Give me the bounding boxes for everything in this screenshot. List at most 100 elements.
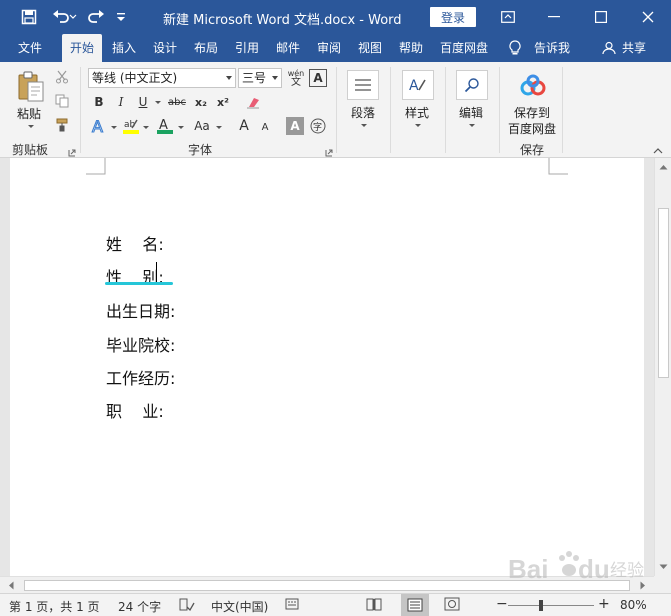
shrink-font-button[interactable]: A <box>257 118 273 136</box>
tell-me-search[interactable]: 告诉我 <box>528 34 576 62</box>
styles-icon[interactable]: A <box>402 70 434 100</box>
copy-icon[interactable] <box>54 92 70 110</box>
change-case-button[interactable]: Aa <box>189 116 215 136</box>
scroll-left-icon[interactable] <box>8 581 14 590</box>
styles-button[interactable]: 样式 <box>405 104 429 121</box>
tab-layout[interactable]: 布局 <box>188 34 224 62</box>
word-count-status[interactable]: 24 个字 <box>118 598 161 615</box>
highlight-color-icon[interactable]: ab <box>121 116 141 136</box>
zoom-slider-thumb[interactable] <box>539 600 544 611</box>
zoom-level[interactable]: 80% <box>620 598 647 612</box>
zoom-out-icon[interactable]: − <box>496 596 508 612</box>
text-effects-dropdown-icon[interactable] <box>111 126 117 129</box>
vertical-scrollbar[interactable] <box>654 158 671 576</box>
tab-design[interactable]: 设计 <box>147 34 183 62</box>
tab-file[interactable]: 文件 <box>6 34 54 62</box>
paste-dropdown-icon[interactable] <box>28 125 34 128</box>
vertical-scroll-thumb[interactable] <box>658 208 669 378</box>
resume-line-name[interactable]: 姓 名: <box>106 231 164 255</box>
maximize-icon[interactable] <box>578 0 624 34</box>
font-color-icon[interactable]: A <box>155 116 175 136</box>
editing-button[interactable]: 编辑 <box>459 104 483 121</box>
print-layout-icon[interactable] <box>401 594 429 616</box>
underline-button[interactable]: U <box>134 93 152 111</box>
tab-view[interactable]: 视图 <box>352 34 388 62</box>
page-count-status[interactable]: 第 1 页，共 1 页 <box>9 598 100 615</box>
character-shading-button[interactable]: A <box>286 117 304 135</box>
search-icon[interactable] <box>456 70 488 100</box>
scroll-up-icon[interactable] <box>659 164 668 170</box>
scroll-down-icon[interactable] <box>659 564 668 570</box>
chevron-down-icon[interactable] <box>226 76 232 80</box>
tab-baidu-netdisk[interactable]: 百度网盘 <box>434 34 494 62</box>
redo-icon[interactable] <box>85 7 107 27</box>
format-painter-icon[interactable] <box>54 116 70 134</box>
document-page[interactable]: 姓 名: 性 别: 出生日期: 毕业院校: 工作经历: 职 业: <box>10 158 644 576</box>
phonetic-char-text: 文 <box>291 77 301 88</box>
proofing-icon[interactable] <box>179 597 195 615</box>
cut-icon[interactable] <box>54 68 70 86</box>
save-to-netdisk-line1[interactable]: 保存到 <box>514 104 550 121</box>
ribbon-display-options-icon[interactable] <box>485 0 531 34</box>
clear-formatting-icon[interactable] <box>242 93 264 111</box>
italic-button[interactable]: I <box>112 93 130 111</box>
font-color-dropdown-icon[interactable] <box>178 126 184 129</box>
tab-review[interactable]: 审阅 <box>311 34 347 62</box>
superscript-button[interactable]: x² <box>213 93 233 111</box>
grow-font-button[interactable]: A <box>235 116 253 136</box>
resume-line-school[interactable]: 毕业院校: <box>106 332 175 356</box>
font-name-combobox[interactable]: 等线 (中文正文) <box>88 68 236 88</box>
zoom-in-icon[interactable]: + <box>598 596 610 612</box>
share-button[interactable]: 共享 <box>618 34 650 62</box>
resume-line-birthdate[interactable]: 出生日期: <box>106 298 175 322</box>
macro-record-icon[interactable] <box>285 597 299 614</box>
login-button[interactable]: 登录 <box>430 7 476 27</box>
minimize-icon[interactable] <box>531 0 577 34</box>
read-mode-icon[interactable] <box>366 597 382 614</box>
paste-button[interactable]: 粘贴 <box>17 105 41 122</box>
horizontal-scroll-thumb[interactable] <box>24 580 630 591</box>
editing-dropdown-icon[interactable] <box>469 124 475 127</box>
character-border-button[interactable]: A <box>309 69 327 87</box>
tab-home[interactable]: 开始 <box>62 34 102 62</box>
save-to-netdisk-line2[interactable]: 百度网盘 <box>508 120 556 137</box>
underline-dropdown-icon[interactable] <box>155 101 161 104</box>
tab-help[interactable]: 帮助 <box>393 34 429 62</box>
close-icon[interactable] <box>625 0 671 34</box>
font-size-combobox[interactable]: 三号 <box>238 68 282 88</box>
font-dialog-launcher-icon[interactable] <box>325 146 333 157</box>
styles-dropdown-icon[interactable] <box>415 124 421 127</box>
enclose-characters-icon[interactable]: 字 <box>309 117 327 135</box>
highlight-dropdown-icon[interactable] <box>143 126 149 129</box>
selection-underline <box>105 282 173 285</box>
tab-mailings[interactable]: 邮件 <box>270 34 306 62</box>
horizontal-scrollbar[interactable] <box>0 576 654 593</box>
phonetic-guide-button[interactable]: wén 文 <box>286 67 306 89</box>
person-icon[interactable] <box>600 34 618 62</box>
scroll-right-icon[interactable] <box>640 581 646 590</box>
collapse-ribbon-icon[interactable] <box>652 146 664 156</box>
paragraph-dropdown-icon[interactable] <box>361 124 367 127</box>
strikethrough-button[interactable]: abc <box>165 93 189 111</box>
text-effects-icon[interactable]: A <box>89 116 109 136</box>
change-case-dropdown-icon[interactable] <box>216 126 222 129</box>
resume-line-experience[interactable]: 工作经历: <box>106 365 175 389</box>
chevron-down-icon[interactable] <box>272 76 278 80</box>
language-status[interactable]: 中文(中国) <box>211 598 268 615</box>
tab-insert[interactable]: 插入 <box>106 34 142 62</box>
undo-dropdown-icon[interactable] <box>68 7 78 27</box>
save-icon[interactable] <box>18 7 40 27</box>
zoom-slider[interactable] <box>508 605 594 606</box>
web-layout-icon[interactable] <box>444 597 460 614</box>
subscript-button[interactable]: x₂ <box>191 93 211 111</box>
customize-toolbar-icon[interactable] <box>113 7 129 27</box>
paragraph-button[interactable]: 段落 <box>351 104 375 121</box>
tab-references[interactable]: 引用 <box>229 34 265 62</box>
clipboard-dialog-launcher-icon[interactable] <box>68 146 76 157</box>
bold-button[interactable]: B <box>90 93 108 111</box>
paragraph-icon[interactable] <box>347 70 379 100</box>
resume-line-occupation[interactable]: 职 业: <box>106 398 164 422</box>
paste-icon[interactable] <box>14 68 48 106</box>
lightbulb-icon[interactable] <box>505 34 525 62</box>
baidu-netdisk-icon[interactable] <box>518 72 548 100</box>
